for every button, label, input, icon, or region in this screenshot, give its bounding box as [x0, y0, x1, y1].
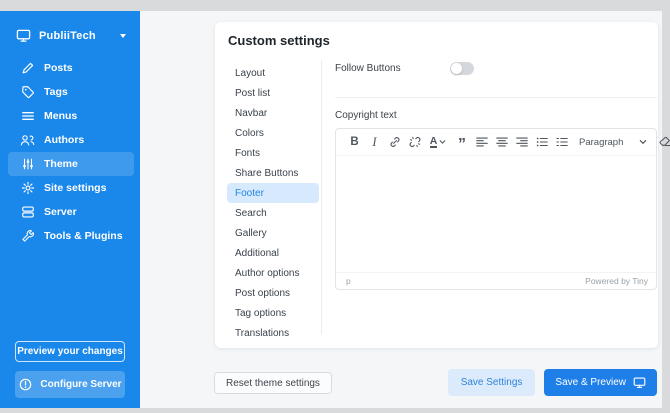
settings-nav-item-post-list[interactable]: Post list	[227, 83, 319, 103]
menu-lines-icon	[20, 109, 35, 124]
settings-nav-item-gallery[interactable]: Gallery	[227, 223, 319, 243]
settings-nav: Layout Post list Navbar Colors Fonts Share Bu…	[227, 63, 319, 343]
text-color-glyph: A	[429, 135, 438, 148]
sidebar-buttons: Preview your changes Configure Server	[15, 341, 125, 398]
editor-content-area[interactable]	[336, 156, 656, 272]
sidebar-item-theme[interactable]: Theme	[8, 152, 134, 176]
sidebar-item-label: Authors	[44, 134, 85, 146]
reset-theme-settings-label: Reset theme settings	[226, 377, 320, 389]
save-settings-button[interactable]: Save Settings	[447, 369, 536, 396]
monitor-icon	[16, 28, 31, 43]
save-actions: Save Settings Save & Preview	[447, 369, 657, 396]
settings-nav-item-search[interactable]: Search	[227, 203, 319, 223]
align-right-icon[interactable]	[512, 132, 531, 152]
follow-buttons-label: Follow Buttons	[335, 62, 401, 74]
settings-nav-item-author-options[interactable]: Author options	[227, 263, 319, 283]
sidebar-item-tags[interactable]: Tags	[8, 80, 134, 104]
sidebar-item-authors[interactable]: Authors	[8, 128, 134, 152]
settings-nav-item-additional[interactable]: Additional	[227, 243, 319, 263]
sidebar-item-label: Site settings	[44, 182, 107, 194]
sidebar-item-tools-plugins[interactable]: Tools & Plugins	[8, 224, 134, 248]
powered-by-tiny-label: Powered by Tiny	[585, 276, 648, 286]
site-switcher[interactable]: PubliiTech	[0, 11, 140, 43]
settings-nav-item-colors[interactable]: Colors	[227, 123, 319, 143]
settings-nav-item-tag-options[interactable]: Tag options	[227, 303, 319, 323]
save-and-preview-label: Save & Preview	[555, 377, 626, 388]
chevron-down-icon	[120, 33, 126, 38]
copyright-text-label: Copyright text	[335, 110, 397, 121]
wrench-icon	[20, 229, 35, 244]
pencil-icon	[20, 61, 35, 76]
follow-buttons-toggle[interactable]	[450, 62, 474, 75]
paragraph-format-select[interactable]: Paragraph	[579, 137, 647, 148]
bold-button[interactable]: B	[345, 132, 364, 152]
gear-icon	[20, 181, 35, 196]
settings-nav-item-share-buttons[interactable]: Share Buttons	[227, 163, 319, 183]
editor-status-bar: p Powered by Tiny	[336, 272, 656, 289]
tag-icon	[20, 85, 35, 100]
clear-formatting-icon[interactable]	[655, 132, 670, 152]
site-name: PubliiTech	[39, 29, 96, 42]
sidebar-item-label: Posts	[44, 62, 73, 74]
preview-changes-label: Preview your changes	[17, 346, 123, 357]
toggle-knob	[451, 63, 462, 74]
server-icon	[20, 205, 35, 220]
custom-settings-card: Custom settings Layout Post list Navbar Col…	[215, 22, 670, 348]
sidebar-nav: Posts Tags Menus Authors Theme Site settings S…	[0, 56, 140, 248]
settings-nav-item-navbar[interactable]: Navbar	[227, 103, 319, 123]
vertical-divider	[321, 60, 322, 334]
numbered-list-icon[interactable]	[552, 132, 571, 152]
sidebar-item-site-settings[interactable]: Site settings	[8, 176, 134, 200]
sidebar-item-label: Tools & Plugins	[44, 230, 123, 242]
sidebar-item-label: Tags	[44, 86, 68, 98]
sidebar-item-label: Server	[44, 206, 77, 218]
section-divider	[335, 97, 657, 98]
save-settings-label: Save Settings	[460, 377, 523, 388]
configure-server-button[interactable]: Configure Server	[15, 371, 125, 398]
link-icon[interactable]	[385, 132, 404, 152]
page-title: Custom settings	[228, 33, 330, 48]
copyright-editor: B I A ” Paragraph p Powered by Tiny	[335, 128, 670, 290]
settings-nav-item-post-options[interactable]: Post options	[227, 283, 319, 303]
bullet-list-icon[interactable]	[532, 132, 551, 152]
settings-nav-item-footer[interactable]: Footer	[227, 183, 319, 203]
settings-nav-item-translations[interactable]: Translations	[227, 323, 319, 343]
sidebar-item-label: Menus	[44, 110, 78, 122]
monitor-icon	[633, 376, 646, 389]
settings-nav-item-layout[interactable]: Layout	[227, 63, 319, 83]
blockquote-button[interactable]: ”	[452, 132, 471, 153]
align-left-icon[interactable]	[472, 132, 491, 152]
align-center-icon[interactable]	[492, 132, 511, 152]
chevron-down-icon	[639, 139, 647, 145]
sidebar-item-menus[interactable]: Menus	[8, 104, 134, 128]
configure-server-label: Configure Server	[40, 379, 122, 390]
settings-nav-item-fonts[interactable]: Fonts	[227, 143, 319, 163]
element-path[interactable]: p	[346, 276, 351, 286]
unlink-icon[interactable]	[405, 132, 424, 152]
paragraph-format-label: Paragraph	[579, 136, 624, 148]
italic-button[interactable]: I	[365, 132, 384, 152]
follow-buttons-row: Follow Buttons	[335, 60, 642, 76]
app-window: PubliiTech Posts Tags Menus Authors Theme Sit…	[0, 11, 670, 408]
text-color-button[interactable]: A	[425, 132, 451, 152]
save-and-preview-button[interactable]: Save & Preview	[544, 369, 657, 396]
sliders-icon	[20, 157, 35, 172]
chevron-down-icon	[439, 140, 446, 144]
reset-theme-settings-button[interactable]: Reset theme settings	[214, 372, 332, 394]
preview-changes-button[interactable]: Preview your changes	[15, 341, 125, 362]
footer-settings-panel: Follow Buttons Copyright text B I A ” Pa…	[335, 22, 670, 348]
sidebar-item-server[interactable]: Server	[8, 200, 134, 224]
people-icon	[20, 133, 35, 148]
editor-toolbar: B I A ” Paragraph	[336, 129, 670, 156]
sidebar-item-label: Theme	[44, 158, 78, 170]
sidebar: PubliiTech Posts Tags Menus Authors Theme Sit…	[0, 11, 140, 408]
alert-circle-icon	[18, 377, 33, 392]
sidebar-item-posts[interactable]: Posts	[8, 56, 134, 80]
